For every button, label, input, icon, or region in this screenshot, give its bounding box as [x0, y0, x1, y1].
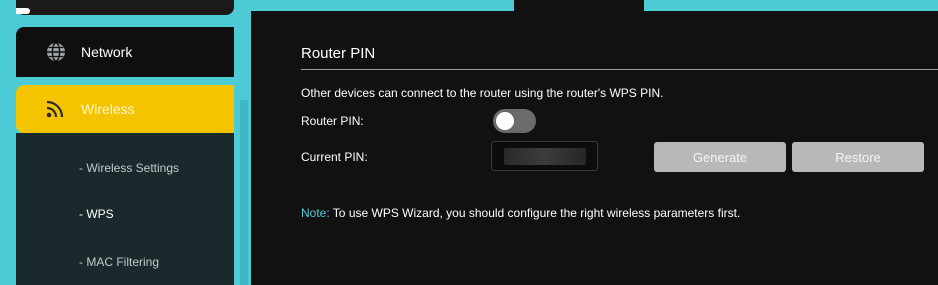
sidebar-item-label: Wireless	[81, 101, 135, 117]
sidebar-submenu: - Wireless Settings - WPS - MAC Filterin…	[16, 133, 234, 285]
main-top-tab	[514, 0, 644, 12]
current-pin-field	[491, 141, 598, 171]
section-divider	[301, 69, 938, 70]
router-pin-label: Router PIN:	[301, 114, 364, 128]
section-title: Router PIN	[301, 45, 376, 62]
sidebar-item-label: Network	[81, 44, 133, 60]
current-pin-value-obscured	[504, 148, 586, 165]
restore-button[interactable]: Restore	[792, 142, 924, 172]
section-description: Other devices can connect to the router …	[301, 86, 664, 100]
sidebar-scrollbar[interactable]	[240, 100, 248, 285]
note-text: Note: To use WPS Wizard, you should conf…	[301, 206, 740, 220]
top-background-strip	[644, 0, 938, 11]
sidebar-item-network[interactable]: Network	[16, 27, 234, 77]
note-label: Note:	[301, 206, 330, 220]
wifi-icon	[46, 100, 64, 118]
globe-icon	[46, 42, 66, 62]
generate-button[interactable]: Generate	[654, 142, 786, 172]
sidebar-item-wireless[interactable]: Wireless	[16, 85, 234, 133]
submenu-item-wps[interactable]: - WPS	[79, 207, 114, 221]
sidebar-top-item	[16, 0, 234, 15]
submenu-item-wireless-settings[interactable]: - Wireless Settings	[79, 161, 179, 175]
note-body: To use WPS Wizard, you should configure …	[329, 206, 741, 220]
router-pin-toggle[interactable]	[493, 109, 536, 133]
current-pin-label: Current PIN:	[301, 150, 368, 164]
toggle-knob	[496, 112, 514, 130]
submenu-item-mac-filtering[interactable]: - MAC Filtering	[79, 255, 159, 269]
sidebar-top-indicator	[16, 8, 30, 14]
